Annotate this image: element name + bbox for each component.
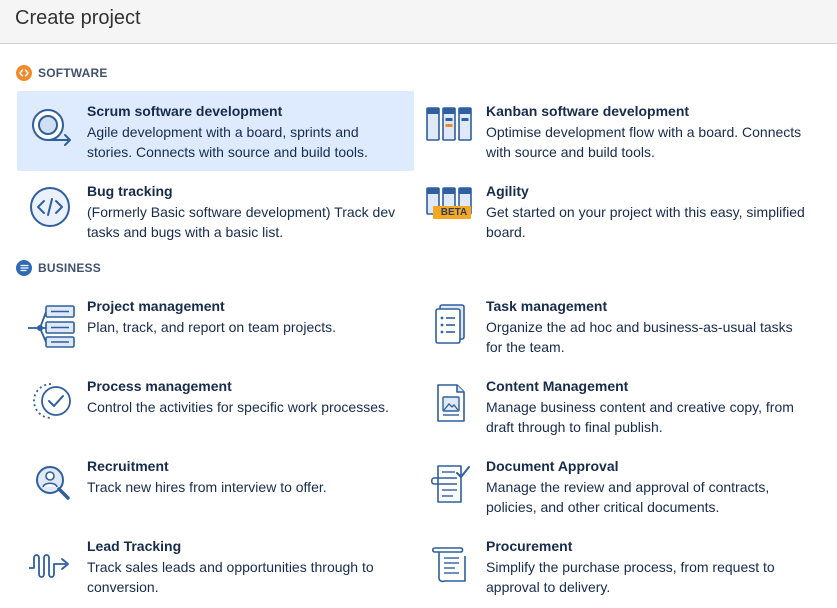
content-document-icon [425,378,477,428]
project-description: Organize the ad hoc and business-as-usua… [486,319,793,355]
project-type-procurement[interactable]: Procurement Simplify the purchase proces… [416,526,813,606]
project-type-scrum[interactable]: Scrum software development Agile develop… [17,91,414,171]
project-type-lead-tracking[interactable]: Lead Tracking Track sales leads and oppo… [17,526,414,606]
project-description: (Formerly Basic software development) Tr… [87,204,396,240]
project-title: Procurement [486,538,573,554]
project-title: Kanban software development [486,103,690,119]
project-title: Project management [87,298,225,314]
project-type-recruitment[interactable]: Recruitment Track new hires from intervi… [17,446,414,526]
project-title: Lead Tracking [87,538,182,554]
project-description: Control the activities for specific work… [87,399,389,415]
project-description: Manage business content and creative cop… [486,399,794,435]
section-header-software: SOFTWARE [16,65,108,81]
kanban-board-icon [425,103,477,153]
project-description: Optimise development flow with a board. … [486,124,802,160]
project-title: Task management [486,298,608,314]
project-title: Content Management [486,378,629,394]
project-type-project-management[interactable]: Project management Plan, track, and repo… [17,286,414,366]
software-code-icon [16,65,32,81]
section-label-business: BUSINESS [38,261,101,275]
project-type-kanban[interactable]: Kanban software development Optimise dev… [416,91,813,171]
task-list-icon [425,298,477,348]
project-description: Agile development with a board, sprints … [87,124,368,160]
project-type-bug-tracking[interactable]: Bug tracking (Formerly Basic software de… [17,171,414,251]
project-description: Plan, track, and report on team projects… [87,319,337,335]
section-header-business: BUSINESS [16,260,101,276]
project-title: Scrum software development [87,103,283,119]
project-type-process-management[interactable]: Process management Control the activitie… [17,366,414,446]
section-label-software: SOFTWARE [38,66,108,80]
project-management-icon [26,298,78,348]
project-type-content-management[interactable]: Content Management Manage business conte… [416,366,813,446]
scrum-cycle-icon [26,103,78,153]
project-title: Bug tracking [87,183,173,199]
project-type-task-management[interactable]: Task management Organize the ad hoc and … [416,286,813,366]
project-type-agility[interactable]: BETA Agility Get started on your project… [416,171,813,251]
process-check-icon [26,378,78,428]
project-type-document-approval[interactable]: Document Approval Manage the review and … [416,446,813,526]
code-icon [26,183,78,233]
project-description: Manage the review and approval of contra… [486,479,770,515]
project-title: Document Approval [486,458,619,474]
beta-badge: BETA [440,207,468,218]
project-description: Track new hires from interview to offer. [87,479,327,495]
project-title: Recruitment [87,458,169,474]
dialog-header: Create project [0,0,837,44]
business-list-icon [16,260,32,276]
project-description: Get started on your project with this ea… [486,204,805,240]
project-description: Track sales leads and opportunities thro… [87,559,374,595]
project-title: Process management [87,378,232,394]
recruitment-magnifier-icon [26,458,78,508]
project-description: Simplify the purchase process, from requ… [486,559,775,595]
lead-tracking-icon [26,538,78,588]
procurement-receipt-icon [425,538,477,588]
project-title: Agility [486,183,529,199]
dialog-title: Create project [15,7,141,29]
document-approval-icon [425,458,477,508]
